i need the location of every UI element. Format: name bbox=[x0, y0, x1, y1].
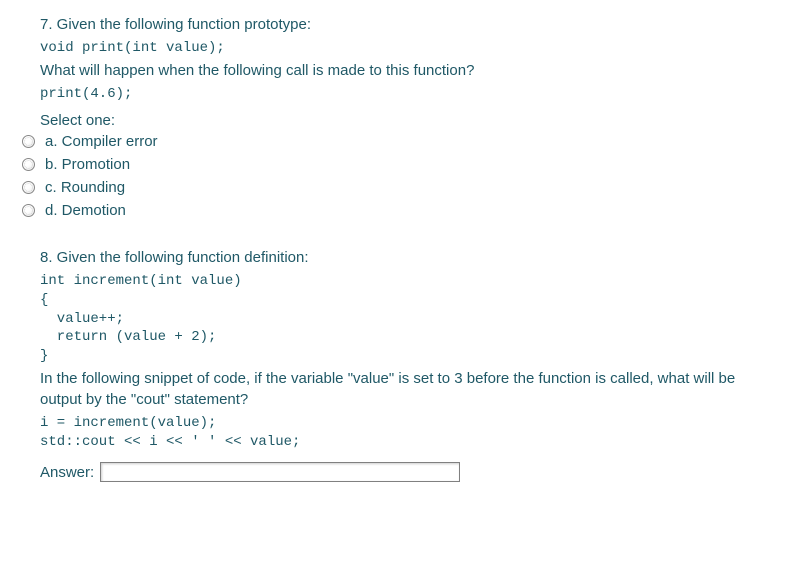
question-8: 8. Given the following function definiti… bbox=[40, 247, 760, 482]
q7-code-2: print(4.6); bbox=[40, 85, 760, 104]
question-7: 7. Given the following function prototyp… bbox=[40, 14, 760, 219]
q7-prompt-2: What will happen when the following call… bbox=[40, 60, 760, 81]
q8-code-2: i = increment(value); std::cout << i << … bbox=[40, 414, 760, 452]
q7-option-c-label: c. Rounding bbox=[45, 179, 125, 196]
q7-code-1: void print(int value); bbox=[40, 39, 760, 58]
q8-answer-input[interactable] bbox=[100, 462, 460, 482]
q8-code-block: int increment(int value) { value++; retu… bbox=[40, 272, 760, 366]
q7-radio-b[interactable] bbox=[22, 158, 35, 171]
q7-radio-d[interactable] bbox=[22, 204, 35, 217]
q8-prompt-2: In the following snippet of code, if the… bbox=[40, 368, 760, 410]
q7-select-one-label: Select one: bbox=[40, 112, 760, 129]
q7-option-d: d. Demotion bbox=[22, 202, 760, 219]
q7-option-c: c. Rounding bbox=[22, 179, 760, 196]
q7-prompt-1: 7. Given the following function prototyp… bbox=[40, 14, 760, 35]
q8-answer-label: Answer: bbox=[40, 464, 94, 481]
q7-option-b: b. Promotion bbox=[22, 156, 760, 173]
q7-options-list: a. Compiler error b. Promotion c. Roundi… bbox=[22, 133, 760, 219]
q8-prompt-1: 8. Given the following function definiti… bbox=[40, 247, 760, 268]
q7-option-a: a. Compiler error bbox=[22, 133, 760, 150]
q7-radio-c[interactable] bbox=[22, 181, 35, 194]
q7-radio-a[interactable] bbox=[22, 135, 35, 148]
q7-option-d-label: d. Demotion bbox=[45, 202, 126, 219]
q7-option-a-label: a. Compiler error bbox=[45, 133, 158, 150]
q7-option-b-label: b. Promotion bbox=[45, 156, 130, 173]
q8-answer-row: Answer: bbox=[40, 462, 760, 482]
